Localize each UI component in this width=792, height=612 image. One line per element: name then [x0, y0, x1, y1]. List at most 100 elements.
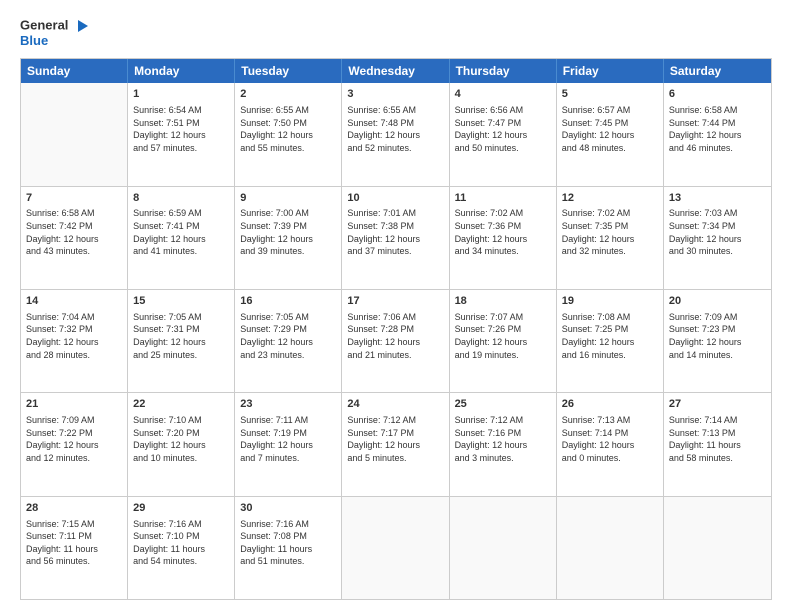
- day-number: 21: [26, 397, 122, 412]
- day-cell-11: 11Sunrise: 7:02 AM Sunset: 7:36 PM Dayli…: [450, 187, 557, 289]
- day-info: Sunrise: 7:16 AM Sunset: 7:08 PM Dayligh…: [240, 518, 336, 568]
- day-number: 8: [133, 191, 229, 206]
- day-cell-17: 17 Sunrise: 7:06 AM Sunset: 7:28 PM Dayli…: [342, 290, 449, 392]
- day-cell-12: 12Sunrise: 7:02 AM Sunset: 7:35 PM Dayli…: [557, 187, 664, 289]
- day-cell-9: 9Sunrise: 7:00 AM Sunset: 7:39 PM Daylig…: [235, 187, 342, 289]
- calendar-row-3: 14 Sunrise: 7:04 AM Sunset: 7:32 PM Dayli…: [21, 290, 771, 393]
- day-info: Sunrise: 7:01 AM Sunset: 7:38 PM Dayligh…: [347, 207, 443, 257]
- day-info: Sunrise: 6:55 AM Sunset: 7:48 PM Dayligh…: [347, 104, 443, 154]
- day-info: Sunrise: 7:14 AM Sunset: 7:13 PM Dayligh…: [669, 414, 766, 464]
- empty-cell: [21, 83, 128, 185]
- day-info: Sunrise: 6:54 AM Sunset: 7:51 PM Dayligh…: [133, 104, 229, 154]
- day-cell-2: 2 Sunrise: 6:55 AM Sunset: 7:50 PM Daylig…: [235, 83, 342, 185]
- day-info: Sunrise: 7:09 AM Sunset: 7:23 PM Dayligh…: [669, 311, 766, 361]
- day-cell-18: 18Sunrise: 7:07 AM Sunset: 7:26 PM Dayli…: [450, 290, 557, 392]
- day-number: 16: [240, 294, 336, 309]
- day-number: 23: [240, 397, 336, 412]
- header-cell-saturday: Saturday: [664, 59, 771, 83]
- calendar: SundayMondayTuesdayWednesdayThursdayFrid…: [20, 58, 772, 600]
- day-number: 1: [133, 87, 229, 102]
- day-info: Sunrise: 7:02 AM Sunset: 7:35 PM Dayligh…: [562, 207, 658, 257]
- day-info: Sunrise: 7:05 AM Sunset: 7:31 PM Dayligh…: [133, 311, 229, 361]
- header-cell-sunday: Sunday: [21, 59, 128, 83]
- day-number: 25: [455, 397, 551, 412]
- calendar-row-2: 7Sunrise: 6:58 AM Sunset: 7:42 PM Daylig…: [21, 187, 771, 290]
- calendar-row-1: 1 Sunrise: 6:54 AM Sunset: 7:51 PM Daylig…: [21, 83, 771, 186]
- day-info: Sunrise: 7:16 AM Sunset: 7:10 PM Dayligh…: [133, 518, 229, 568]
- day-number: 27: [669, 397, 766, 412]
- day-cell-8: 8Sunrise: 6:59 AM Sunset: 7:41 PM Daylig…: [128, 187, 235, 289]
- day-cell-19: 19 Sunrise: 7:08 AM Sunset: 7:25 PM Dayli…: [557, 290, 664, 392]
- header-cell-tuesday: Tuesday: [235, 59, 342, 83]
- day-number: 26: [562, 397, 658, 412]
- day-number: 6: [669, 87, 766, 102]
- day-cell-27: 27 Sunrise: 7:14 AM Sunset: 7:13 PM Dayli…: [664, 393, 771, 495]
- header: General Blue: [20, 18, 772, 48]
- empty-cell: [342, 497, 449, 599]
- day-info: Sunrise: 7:02 AM Sunset: 7:36 PM Dayligh…: [455, 207, 551, 257]
- day-number: 9: [240, 191, 336, 206]
- day-number: 3: [347, 87, 443, 102]
- header-cell-wednesday: Wednesday: [342, 59, 449, 83]
- day-cell-23: 23 Sunrise: 7:11 AM Sunset: 7:19 PM Dayli…: [235, 393, 342, 495]
- empty-cell: [557, 497, 664, 599]
- day-info: Sunrise: 7:12 AM Sunset: 7:17 PM Dayligh…: [347, 414, 443, 464]
- day-number: 11: [455, 191, 551, 206]
- day-cell-25: 25 Sunrise: 7:12 AM Sunset: 7:16 PM Dayli…: [450, 393, 557, 495]
- day-number: 20: [669, 294, 766, 309]
- day-cell-22: 22Sunrise: 7:10 AM Sunset: 7:20 PM Dayli…: [128, 393, 235, 495]
- day-info: Sunrise: 7:11 AM Sunset: 7:19 PM Dayligh…: [240, 414, 336, 464]
- day-number: 24: [347, 397, 443, 412]
- day-number: 2: [240, 87, 336, 102]
- calendar-row-4: 21 Sunrise: 7:09 AM Sunset: 7:22 PM Dayli…: [21, 393, 771, 496]
- day-number: 14: [26, 294, 122, 309]
- day-number: 7: [26, 191, 122, 206]
- day-info: Sunrise: 6:59 AM Sunset: 7:41 PM Dayligh…: [133, 207, 229, 257]
- day-cell-3: 3 Sunrise: 6:55 AM Sunset: 7:48 PM Daylig…: [342, 83, 449, 185]
- day-info: Sunrise: 6:56 AM Sunset: 7:47 PM Dayligh…: [455, 104, 551, 154]
- day-cell-13: 13Sunrise: 7:03 AM Sunset: 7:34 PM Dayli…: [664, 187, 771, 289]
- day-number: 29: [133, 501, 229, 516]
- day-number: 12: [562, 191, 658, 206]
- day-number: 17: [347, 294, 443, 309]
- day-info: Sunrise: 7:08 AM Sunset: 7:25 PM Dayligh…: [562, 311, 658, 361]
- day-info: Sunrise: 6:57 AM Sunset: 7:45 PM Dayligh…: [562, 104, 658, 154]
- day-number: 22: [133, 397, 229, 412]
- day-cell-7: 7Sunrise: 6:58 AM Sunset: 7:42 PM Daylig…: [21, 187, 128, 289]
- day-info: Sunrise: 6:58 AM Sunset: 7:42 PM Dayligh…: [26, 207, 122, 257]
- day-number: 4: [455, 87, 551, 102]
- calendar-header: SundayMondayTuesdayWednesdayThursdayFrid…: [21, 59, 771, 83]
- day-info: Sunrise: 6:55 AM Sunset: 7:50 PM Dayligh…: [240, 104, 336, 154]
- day-info: Sunrise: 7:04 AM Sunset: 7:32 PM Dayligh…: [26, 311, 122, 361]
- empty-cell: [450, 497, 557, 599]
- header-cell-monday: Monday: [128, 59, 235, 83]
- day-cell-4: 4 Sunrise: 6:56 AM Sunset: 7:47 PM Daylig…: [450, 83, 557, 185]
- day-info: Sunrise: 7:00 AM Sunset: 7:39 PM Dayligh…: [240, 207, 336, 257]
- logo: General Blue: [20, 18, 90, 48]
- day-info: Sunrise: 7:13 AM Sunset: 7:14 PM Dayligh…: [562, 414, 658, 464]
- day-number: 30: [240, 501, 336, 516]
- day-info: Sunrise: 7:05 AM Sunset: 7:29 PM Dayligh…: [240, 311, 336, 361]
- day-number: 15: [133, 294, 229, 309]
- day-cell-26: 26 Sunrise: 7:13 AM Sunset: 7:14 PM Dayli…: [557, 393, 664, 495]
- header-cell-thursday: Thursday: [450, 59, 557, 83]
- day-cell-6: 6Sunrise: 6:58 AM Sunset: 7:44 PM Daylig…: [664, 83, 771, 185]
- day-info: Sunrise: 7:09 AM Sunset: 7:22 PM Dayligh…: [26, 414, 122, 464]
- day-cell-15: 15 Sunrise: 7:05 AM Sunset: 7:31 PM Dayli…: [128, 290, 235, 392]
- day-cell-30: 30 Sunrise: 7:16 AM Sunset: 7:08 PM Dayli…: [235, 497, 342, 599]
- day-info: Sunrise: 7:07 AM Sunset: 7:26 PM Dayligh…: [455, 311, 551, 361]
- day-cell-24: 24 Sunrise: 7:12 AM Sunset: 7:17 PM Dayli…: [342, 393, 449, 495]
- day-cell-29: 29 Sunrise: 7:16 AM Sunset: 7:10 PM Dayli…: [128, 497, 235, 599]
- day-number: 13: [669, 191, 766, 206]
- day-number: 19: [562, 294, 658, 309]
- calendar-row-5: 28Sunrise: 7:15 AM Sunset: 7:11 PM Dayli…: [21, 497, 771, 599]
- empty-cell: [664, 497, 771, 599]
- day-info: Sunrise: 7:15 AM Sunset: 7:11 PM Dayligh…: [26, 518, 122, 568]
- day-info: Sunrise: 7:06 AM Sunset: 7:28 PM Dayligh…: [347, 311, 443, 361]
- calendar-body: 1 Sunrise: 6:54 AM Sunset: 7:51 PM Daylig…: [21, 83, 771, 599]
- day-cell-21: 21 Sunrise: 7:09 AM Sunset: 7:22 PM Dayli…: [21, 393, 128, 495]
- day-cell-20: 20 Sunrise: 7:09 AM Sunset: 7:23 PM Dayli…: [664, 290, 771, 392]
- day-cell-28: 28Sunrise: 7:15 AM Sunset: 7:11 PM Dayli…: [21, 497, 128, 599]
- day-info: Sunrise: 7:12 AM Sunset: 7:16 PM Dayligh…: [455, 414, 551, 464]
- logo-arrow-icon: [74, 18, 90, 34]
